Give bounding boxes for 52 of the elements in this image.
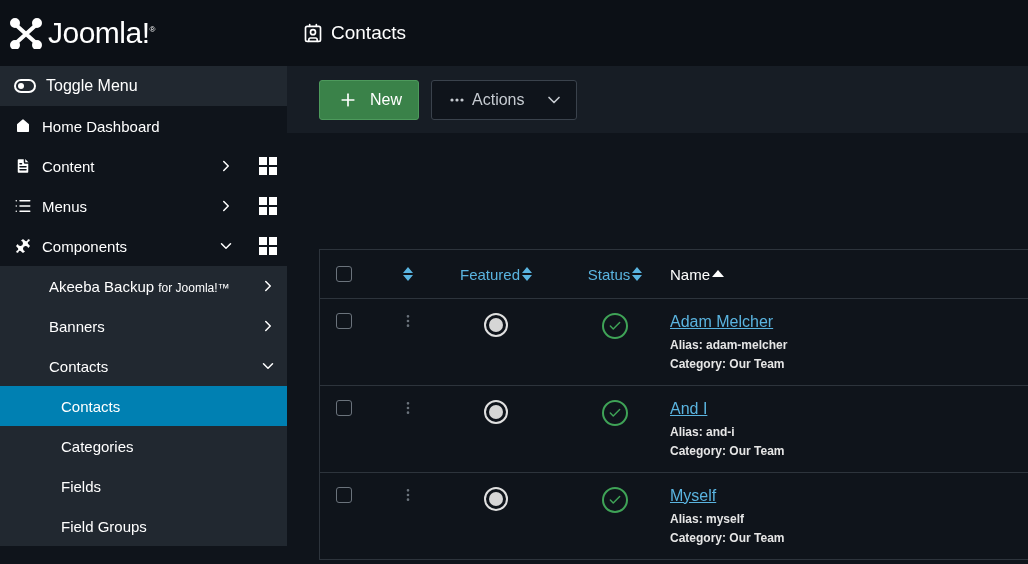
status-toggle[interactable] — [602, 487, 628, 513]
grid-icon[interactable] — [259, 237, 277, 255]
sidebar-item[interactable]: Akeeba Backup for Joomla!™ — [0, 266, 287, 306]
toggle-icon — [14, 79, 36, 93]
page-title: Contacts — [331, 22, 406, 44]
sidebar-item[interactable]: Field Groups — [0, 506, 287, 546]
contact-link[interactable]: And I — [670, 400, 1028, 418]
alias-text: Alias: myself — [670, 512, 746, 526]
column-header[interactable]: Status — [560, 265, 670, 283]
puzzle-icon — [14, 237, 32, 255]
category-text: Category: Our Team — [670, 531, 786, 545]
featured-toggle[interactable] — [484, 487, 508, 511]
grid-icon[interactable] — [259, 197, 277, 215]
home-icon — [14, 117, 32, 135]
sort-ascending-icon — [712, 270, 724, 278]
logo-text: Joomla!$^{®}$ — [48, 16, 155, 50]
featured-toggle[interactable] — [484, 400, 508, 424]
contact-card-icon — [303, 23, 323, 43]
select-all-checkbox[interactable] — [336, 266, 352, 282]
sort-icon — [403, 267, 413, 281]
list-icon — [14, 197, 32, 215]
contact-link[interactable]: Myself — [670, 487, 1028, 505]
row-checkbox[interactable] — [336, 400, 352, 416]
status-toggle[interactable] — [602, 400, 628, 426]
sort-icon — [632, 267, 643, 281]
ellipsis-icon — [450, 97, 464, 102]
category-text: Category: Our Team — [670, 444, 786, 458]
new-button[interactable]: New — [319, 79, 419, 120]
sidebar-item[interactable]: Fields — [0, 466, 287, 506]
column-header[interactable]: Featured — [432, 265, 560, 283]
featured-toggle[interactable] — [484, 313, 508, 337]
sidebar-item[interactable]: Banners — [0, 306, 287, 346]
alias-text: Alias: adam-melcher — [670, 338, 789, 352]
document-icon — [14, 157, 32, 175]
check-icon — [608, 406, 622, 420]
status-toggle[interactable] — [602, 313, 628, 339]
column-header[interactable]: Name — [670, 265, 1028, 283]
row-checkbox[interactable] — [336, 487, 352, 503]
check-icon — [608, 319, 622, 333]
contact-link[interactable]: Adam Melcher — [670, 313, 1028, 331]
check-icon — [608, 493, 622, 507]
sort-icon — [522, 267, 532, 281]
sidebar-item[interactable]: Categories — [0, 426, 287, 466]
logo-icon — [10, 17, 42, 49]
category-text: Category: Our Team — [670, 357, 786, 371]
alias-text: Alias: and-i — [670, 425, 736, 439]
sidebar-item[interactable]: Contacts — [0, 386, 287, 426]
sidebar-item[interactable]: Contacts — [0, 346, 287, 386]
row-checkbox[interactable] — [336, 313, 352, 329]
actions-dropdown[interactable]: Actions — [431, 79, 578, 120]
toggle-menu-button[interactable]: Toggle Menu — [0, 66, 287, 106]
grid-icon[interactable] — [259, 157, 277, 175]
